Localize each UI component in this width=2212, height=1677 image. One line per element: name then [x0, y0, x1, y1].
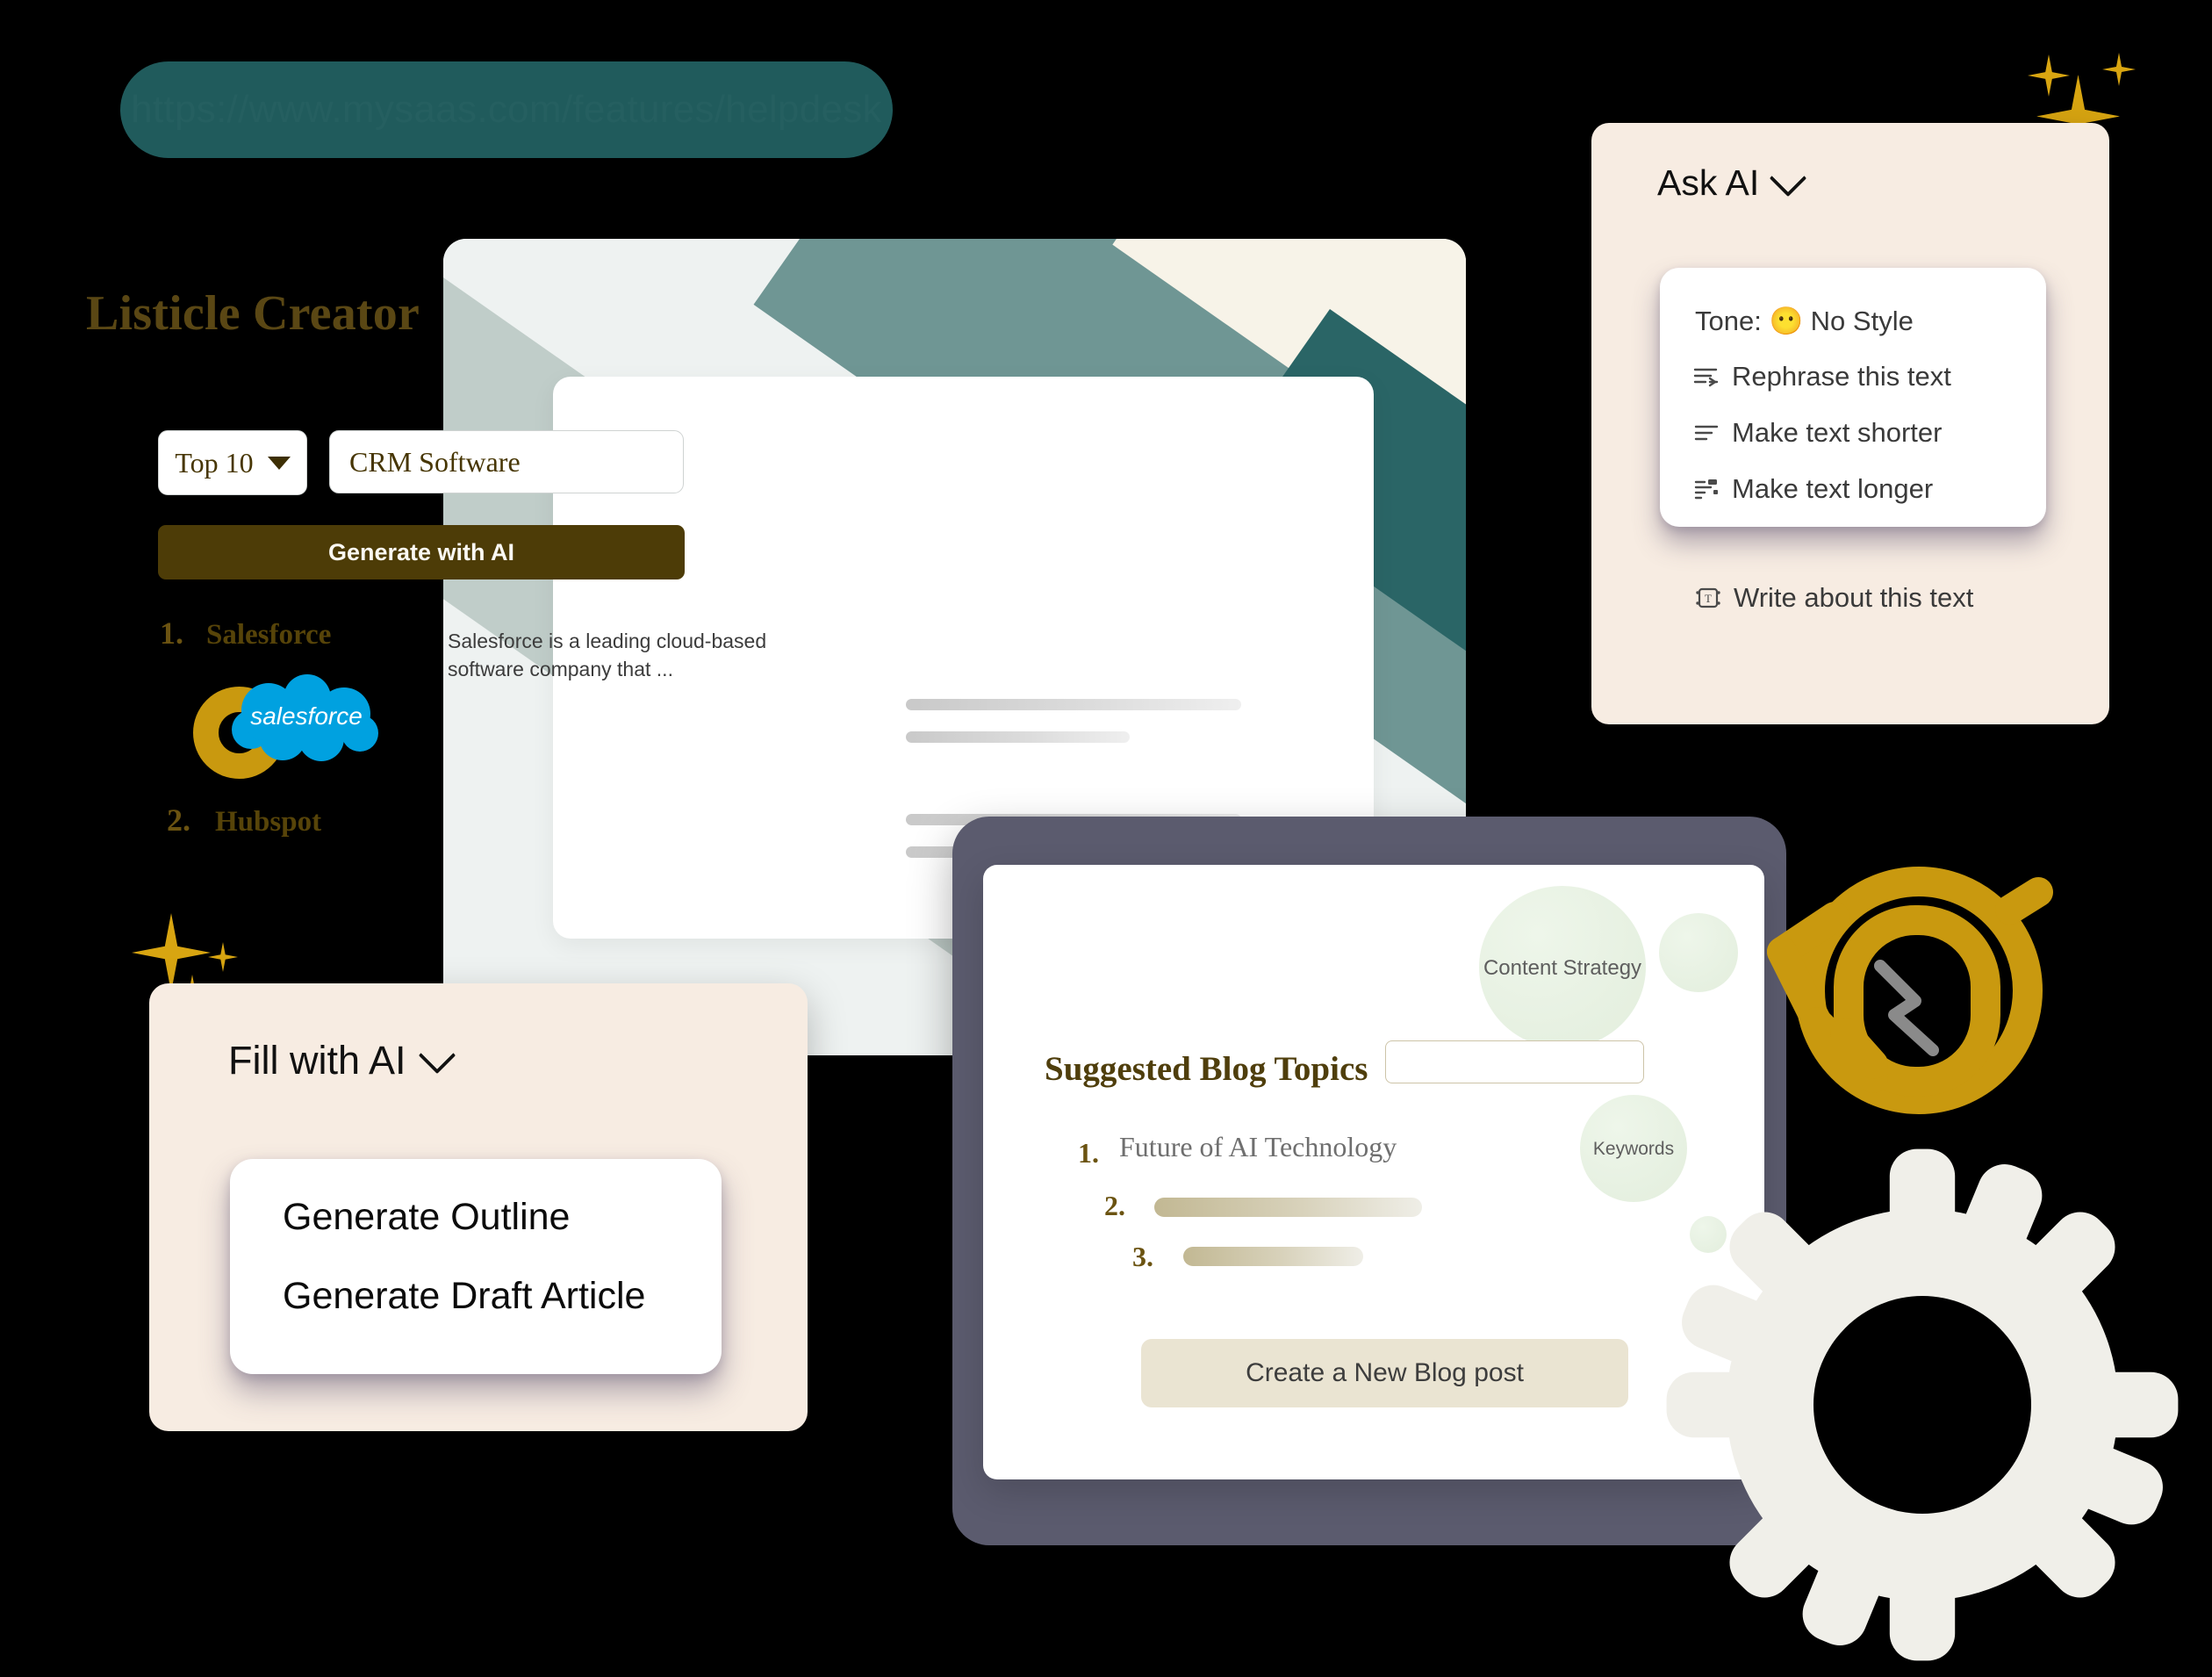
blog-panel-title: Suggested Blog Topics	[1045, 1050, 1368, 1088]
tone-label: Tone: 😶 No Style	[1695, 306, 1914, 336]
fill-with-ai-header[interactable]: Fill with AI	[228, 1036, 456, 1083]
menu-item-generate-outline[interactable]: Generate Outline	[283, 1196, 570, 1239]
rephrase-icon	[1693, 368, 1719, 387]
longer-label: Make text longer	[1732, 473, 1934, 504]
fill-with-ai-title: Fill with AI	[228, 1038, 406, 1083]
topic-number: 1.	[1078, 1137, 1099, 1169]
shorter-label: Make text shorter	[1732, 417, 1943, 448]
listicle-topic-input[interactable]: CRM Software	[329, 430, 684, 493]
ask-ai-menu: Tone: 😶 No Style Rephrase this text Make…	[1660, 268, 2046, 527]
blog-search-input[interactable]	[1385, 1040, 1644, 1083]
fill-with-ai-card: Fill with AI Generate Outline Generate D…	[149, 983, 808, 1431]
gear-icon	[1666, 1148, 2179, 1661]
list-item-number: 2.	[167, 803, 190, 838]
bubble-label: Content Strategy	[1483, 956, 1642, 980]
topic-label: Future of AI Technology	[1119, 1131, 1397, 1162]
composition-stage: https://www.mysaas.com/features/helpdesk…	[0, 0, 2212, 1661]
skeleton-line	[906, 699, 1241, 710]
list-item-number: 1.	[160, 615, 183, 651]
page-title: Listicle Creator	[86, 286, 420, 341]
skeleton-line	[1154, 1198, 1422, 1217]
ask-ai-card: Ask AI Tone: 😶 No Style Rephrase this te…	[1591, 123, 2109, 724]
create-new-blog-post-button[interactable]: Create a New Blog post	[1141, 1339, 1628, 1407]
shorten-icon	[1694, 425, 1719, 441]
skeleton-line	[1183, 1247, 1363, 1266]
topic-number: 3.	[1132, 1241, 1153, 1272]
ask-ai-header[interactable]: Ask AI	[1657, 159, 1807, 204]
ask-ai-title: Ask AI	[1657, 162, 1760, 203]
sparkle-icon	[208, 942, 238, 972]
svg-text:salesforce: salesforce	[250, 702, 363, 730]
url-text: https://www.mysaas.com/features/helpdesk	[131, 88, 882, 131]
list-item-description: Salesforce is a leading cloud-based soft…	[448, 630, 767, 680]
menu-item-rephrase[interactable]: Rephrase this text	[1693, 361, 1951, 392]
listicle-count-select[interactable]: Top 10	[158, 430, 307, 495]
menu-item-longer[interactable]: Make text longer	[1693, 473, 1933, 505]
chevron-down-icon	[267, 456, 291, 470]
menu-item-shorter[interactable]: Make text shorter	[1693, 417, 1942, 449]
salesforce-cloud-logo: salesforce	[232, 674, 378, 761]
rephrase-label: Rephrase this text	[1732, 361, 1951, 392]
write-text-icon: T	[1696, 587, 1720, 608]
bubble-decor	[1659, 913, 1738, 992]
menu-item-tone[interactable]: Tone: 😶 No Style	[1695, 305, 1914, 337]
sparkle-icon	[2028, 54, 2070, 97]
menu-item-generate-draft[interactable]: Generate Draft Article	[283, 1275, 645, 1318]
list-item-title: Salesforce	[206, 619, 332, 651]
fill-with-ai-menu: Generate Outline Generate Draft Article	[230, 1159, 722, 1374]
svg-text:T: T	[1705, 592, 1712, 605]
lengthen-icon	[1694, 479, 1718, 500]
generate-with-ai-button[interactable]: Generate with AI	[158, 525, 685, 579]
list-item-title: Hubspot	[215, 806, 322, 838]
write-about-label: Write about this text	[1734, 582, 1974, 613]
chevron-down-icon[interactable]	[418, 1036, 456, 1075]
create-new-blog-post-label: Create a New Blog post	[1246, 1358, 1524, 1387]
url-pill[interactable]: https://www.mysaas.com/features/helpdesk	[120, 61, 893, 158]
topic-number: 2.	[1104, 1190, 1125, 1221]
skeleton-line	[906, 731, 1130, 743]
sparkle-icon	[2102, 53, 2136, 86]
listicle-count-value: Top 10	[175, 446, 254, 479]
listicle-topic-value: CRM Software	[349, 445, 521, 478]
chevron-down-icon[interactable]	[1770, 159, 1807, 197]
menu-item-write-about[interactable]: T Write about this text	[1695, 582, 1973, 614]
generate-with-ai-label: Generate with AI	[327, 538, 515, 565]
bubble-content-strategy: Content Strategy	[1479, 886, 1646, 1048]
gold-badge-icon	[1767, 867, 2053, 1114]
